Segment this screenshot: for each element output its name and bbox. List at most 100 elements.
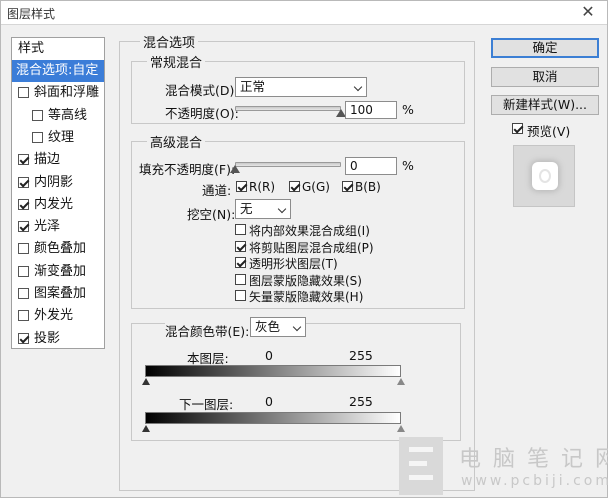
style-checkbox[interactable]	[32, 131, 43, 143]
this-layer-max-value: 255	[349, 348, 373, 363]
channel-g-label: G(G)	[302, 180, 330, 194]
style-label: 内阴影	[34, 174, 74, 190]
style-checkbox[interactable]	[18, 87, 29, 99]
this-layer-gradient	[145, 365, 401, 377]
style-label: 外发光	[34, 308, 74, 324]
opacity-input[interactable]: 100	[345, 101, 397, 119]
style-label: 描边	[34, 152, 61, 168]
fill-opacity-slider-handle[interactable]	[230, 165, 240, 173]
style-checkbox[interactable]	[18, 310, 29, 322]
style-label: 等高线	[48, 107, 88, 123]
underlying-black-handle[interactable]	[142, 425, 150, 432]
title-bar: 图层样式 ✕	[1, 1, 607, 25]
styles-list-item[interactable]: 描边	[12, 149, 104, 171]
styles-list-item[interactable]: 斜面和浮雕	[12, 82, 104, 104]
advanced-option-checkbox[interactable]	[235, 290, 246, 301]
style-label: 光泽	[34, 219, 61, 235]
styles-list-item[interactable]: 外发光	[12, 305, 104, 327]
chevron-down-icon	[277, 204, 287, 214]
knockout-select[interactable]: 无	[235, 199, 291, 219]
styles-list-item[interactable]: 投影	[12, 328, 104, 350]
styles-list-item[interactable]: 图案叠加	[12, 283, 104, 305]
knockout-label: 挖空(N):	[187, 207, 236, 222]
styles-list-item[interactable]: 混合选项:自定	[12, 60, 104, 82]
style-label: 颜色叠加	[34, 241, 87, 257]
this-layer-black-handle[interactable]	[142, 378, 150, 385]
underlying-max-value: 255	[349, 394, 373, 409]
layer-style-dialog: 图层样式 ✕ 样式 混合选项:自定斜面和浮雕等高线纹理描边内阴影内发光光泽颜色叠…	[0, 0, 608, 498]
site-logo-icon	[399, 437, 443, 495]
blend-mode-label: 混合模式(D):	[165, 83, 239, 98]
style-checkbox[interactable]	[18, 221, 29, 233]
underlying-layer-label: 下一图层:	[179, 397, 234, 412]
opacity-slider[interactable]	[235, 106, 341, 111]
this-layer-min-value: 0	[265, 348, 273, 363]
styles-list-item[interactable]: 等高线	[12, 105, 104, 127]
style-label: 投影	[34, 330, 61, 346]
style-label: 斜面和浮雕	[34, 85, 100, 101]
style-checkbox[interactable]	[18, 288, 29, 299]
opacity-percent: %	[402, 102, 414, 117]
styles-list-item[interactable]: 颜色叠加	[12, 238, 104, 260]
style-checkbox[interactable]	[32, 109, 43, 121]
blend-if-label: 混合颜色带(E):	[165, 321, 252, 340]
styles-list-item[interactable]: 内阴影	[12, 172, 104, 194]
fill-opacity-slider[interactable]	[235, 162, 341, 167]
blend-if-select[interactable]: 灰色	[250, 317, 306, 337]
advanced-option-label: 图层蒙版隐藏效果(S)	[249, 273, 362, 288]
advanced-option-checkbox[interactable]	[235, 240, 246, 252]
channel-b-label: B(B)	[355, 180, 381, 194]
fill-opacity-label: 填充不透明度(F):	[139, 162, 236, 177]
style-checkbox[interactable]	[18, 154, 29, 166]
underlying-white-handle[interactable]	[397, 425, 405, 432]
styles-list: 样式 混合选项:自定斜面和浮雕等高线纹理描边内阴影内发光光泽颜色叠加渐变叠加图案…	[11, 37, 105, 349]
advanced-option-label: 将内部效果混合成组(I)	[249, 224, 370, 238]
styles-list-item[interactable]: 内发光	[12, 194, 104, 216]
advanced-option-checkbox[interactable]	[235, 257, 246, 268]
style-label: 内发光	[34, 196, 74, 212]
style-label: 混合选项:自定	[16, 63, 99, 78]
window-title: 图层样式	[7, 7, 56, 21]
channel-g-checkbox[interactable]	[289, 181, 300, 192]
blending-options-title: 混合选项	[140, 32, 199, 51]
style-label: 图案叠加	[34, 286, 87, 301]
preview-checkbox[interactable]	[512, 123, 523, 134]
style-checkbox[interactable]	[18, 176, 29, 188]
chevron-down-icon	[353, 82, 363, 92]
advanced-blending-title: 高级混合	[147, 132, 206, 151]
style-checkbox[interactable]	[18, 332, 29, 344]
style-label: 渐变叠加	[34, 263, 87, 279]
cancel-button[interactable]: 取消	[491, 67, 599, 87]
style-label: 纹理	[48, 129, 75, 145]
advanced-option-label: 将剪贴图层混合成组(P)	[249, 240, 374, 255]
styles-list-header[interactable]: 样式	[12, 38, 104, 60]
watermark-text: 电脑笔记网	[459, 447, 608, 472]
watermark: 电脑笔记网 www.pcbiji.com	[399, 437, 608, 498]
close-icon[interactable]: ✕	[579, 3, 597, 21]
channel-r-checkbox[interactable]	[236, 181, 247, 192]
channel-b-checkbox[interactable]	[342, 181, 353, 192]
styles-list-item[interactable]: 纹理	[12, 127, 104, 149]
channels-label: 通道:	[202, 183, 232, 198]
advanced-option-label: 矢量蒙版隐藏效果(H)	[249, 290, 364, 304]
style-checkbox[interactable]	[18, 265, 29, 277]
preview-label: 预览(V)	[527, 124, 571, 139]
advanced-option-checkbox[interactable]	[235, 224, 246, 235]
opacity-label: 不透明度(O):	[165, 106, 239, 121]
advanced-option-label: 透明形状图层(T)	[249, 257, 338, 271]
general-blending-title: 常规混合	[147, 52, 206, 71]
ok-button[interactable]: 确定	[491, 38, 599, 58]
this-layer-white-handle[interactable]	[397, 378, 405, 385]
watermark-url: www.pcbiji.com	[461, 473, 608, 489]
styles-list-item[interactable]: 渐变叠加	[12, 261, 104, 283]
fill-opacity-input[interactable]: 0	[345, 157, 397, 175]
style-checkbox[interactable]	[18, 243, 29, 255]
new-style-button[interactable]: 新建样式(W)...	[491, 95, 599, 115]
style-checkbox[interactable]	[18, 198, 29, 210]
underlying-gradient	[145, 412, 401, 424]
styles-list-item[interactable]: 光泽	[12, 216, 104, 238]
underlying-min-value: 0	[265, 394, 273, 409]
blend-mode-select[interactable]: 正常	[235, 77, 367, 97]
advanced-option-checkbox[interactable]	[235, 273, 246, 285]
fill-opacity-percent: %	[402, 158, 414, 173]
